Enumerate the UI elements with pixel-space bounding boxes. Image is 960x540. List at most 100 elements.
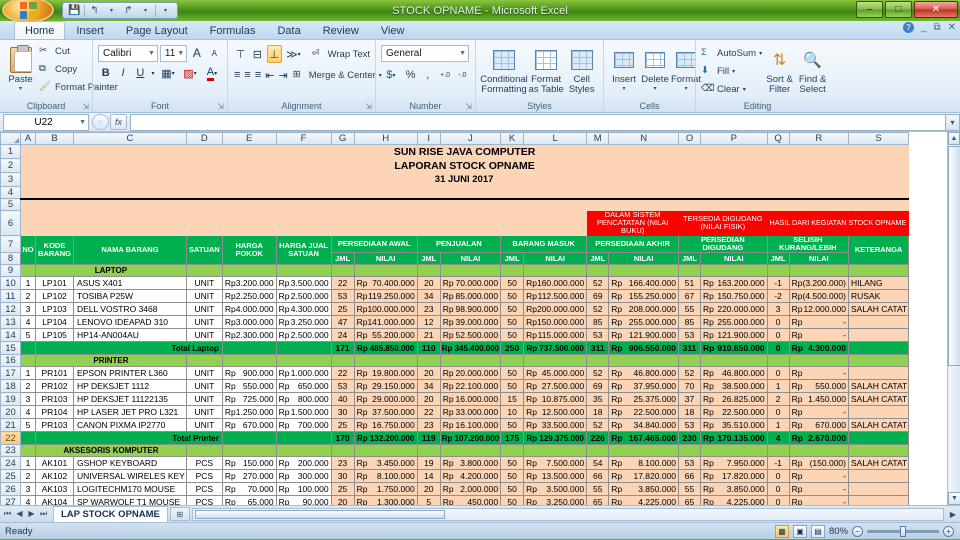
cell-masuk-nilai[interactable]: Rp7.500.000 (524, 457, 587, 470)
column-header-G[interactable]: G (331, 133, 354, 145)
cell-masuk-jml[interactable]: 50 (501, 277, 524, 290)
cell-keterangan[interactable] (848, 406, 908, 419)
cell-harga-jual[interactable]: Rp100.000 (276, 483, 331, 496)
cell-penjualan-nilai[interactable]: Rp20.000.000 (440, 367, 500, 380)
cell-harga-pokok[interactable]: Rp1.250.000 (222, 406, 276, 419)
sheet-tab-lap-stock-opname[interactable]: LAP STOCK OPNAME (53, 506, 168, 522)
font-name-combo[interactable]: Calibri▼ (98, 45, 158, 62)
row-header-15[interactable]: 15 (1, 342, 21, 355)
align-right-button[interactable]: ≡ (254, 66, 262, 84)
section-spacer[interactable] (789, 445, 848, 457)
clipboard-dialog-launcher[interactable]: ⇲ (82, 102, 89, 111)
row-header-12[interactable]: 12 (1, 303, 21, 316)
row-header-11[interactable]: 11 (1, 290, 21, 303)
cell-gudang-jml[interactable]: 53 (679, 419, 701, 432)
increase-decimal-button[interactable]: +.0 (437, 66, 452, 84)
tab-insert[interactable]: Insert (65, 21, 115, 39)
cell-selisih-jml[interactable]: 3 (767, 303, 789, 316)
cell-kode-barang[interactable]: AK104 (36, 496, 74, 506)
ribbon-close-icon[interactable]: ✕ (948, 22, 956, 33)
italic-button[interactable]: I (115, 64, 130, 82)
cell-nama-barang[interactable]: EPSON PRINTER L360 (74, 367, 187, 380)
cell-no[interactable]: 4 (21, 316, 36, 329)
tab-formulas[interactable]: Formulas (199, 21, 267, 39)
cell-satuan[interactable]: UNIT (186, 277, 222, 290)
cell-masuk-nilai[interactable]: Rp12.500.000 (524, 406, 587, 419)
row-header-7[interactable]: 7 (1, 236, 21, 253)
section-spacer[interactable] (789, 355, 848, 367)
cell-penjualan-jml[interactable]: 23 (417, 419, 440, 432)
cell-penjualan-nilai[interactable]: Rp16.100.000 (440, 419, 500, 432)
cell-gudang-nilai[interactable]: Rp3.850.000 (701, 483, 768, 496)
scroll-up-icon[interactable]: ▲ (948, 132, 960, 145)
table-row[interactable]: 204PR104HP LASER JET PRO L321UNITRp1.250… (1, 406, 909, 419)
cell-gudang-nilai[interactable]: Rp46.800.000 (701, 367, 768, 380)
cell-satuan[interactable]: UNIT (186, 406, 222, 419)
total-keterangan[interactable] (848, 342, 908, 355)
format-as-table-button[interactable]: Format as Table (528, 42, 564, 100)
clear-button[interactable]: ⌫ Clear▾ (701, 81, 762, 98)
cell-masuk-nilai[interactable]: Rp150.000.000 (524, 316, 587, 329)
cell-satuan[interactable]: UNIT (186, 419, 222, 432)
cell-no[interactable]: 2 (21, 380, 36, 393)
first-sheet-icon[interactable]: ⏮ (2, 509, 13, 519)
chevron-down-icon[interactable]: ▾ (150, 64, 156, 82)
header-penjualan[interactable]: PENJUALAN (417, 236, 500, 253)
cell-masuk-jml[interactable]: 50 (501, 483, 524, 496)
row-header-6[interactable]: 6 (1, 211, 21, 236)
cell-selisih-jml[interactable]: 0 (767, 367, 789, 380)
cell-penjualan-jml[interactable]: 20 (417, 367, 440, 380)
cell-no[interactable]: 1 (21, 367, 36, 380)
table-row[interactable]: 4 (1, 187, 909, 199)
cell-kode-barang[interactable]: PR103 (36, 419, 74, 432)
cell-selisih-jml[interactable]: 0 (767, 316, 789, 329)
row-header-8[interactable]: 8 (1, 253, 21, 265)
banner-hasil-stock-opname[interactable]: HASIL DARI KEGIATAN STOCK OPNAME (767, 211, 909, 236)
section-spacer[interactable] (331, 445, 354, 457)
cell-penjualan-jml[interactable]: 14 (417, 470, 440, 483)
cell-masuk-jml[interactable]: 50 (501, 290, 524, 303)
cell-masuk-jml[interactable]: 50 (501, 496, 524, 506)
total-spacer[interactable] (21, 432, 36, 445)
cell-awal-jml[interactable]: 30 (331, 406, 354, 419)
increase-indent-button[interactable]: ⇥ (277, 66, 288, 84)
total-akhir-nilai[interactable]: Rp906.550.000 (609, 342, 679, 355)
font-color-button[interactable]: A▾ (202, 64, 222, 82)
cell-penjualan-jml[interactable]: 19 (417, 457, 440, 470)
cell-selisih-nilai[interactable]: Rp- (789, 329, 848, 342)
table-row[interactable]: 145LP105HP14-AN004AUUNITRp2.300.000Rp2.5… (1, 329, 909, 342)
cell-harga-pokok[interactable]: Rp65.000 (222, 496, 276, 506)
cell-awal-nilai[interactable]: Rp55.200.000 (354, 329, 417, 342)
cell-selisih-jml[interactable]: -1 (767, 457, 789, 470)
tab-data[interactable]: Data (266, 21, 311, 39)
spacer-cell[interactable] (21, 199, 909, 211)
header-selisih[interactable]: SELISIH KURANG/LEBIH (767, 236, 848, 253)
cell-gudang-jml[interactable]: 55 (679, 303, 701, 316)
scroll-right-icon[interactable]: ▶ (946, 510, 960, 519)
cell-awal-jml[interactable]: 40 (331, 393, 354, 406)
cell-styles-button[interactable]: Cell Styles (565, 42, 598, 100)
cell-harga-jual[interactable]: Rp2.500.000 (276, 329, 331, 342)
cell-awal-nilai[interactable]: Rp16.750.000 (354, 419, 417, 432)
zoom-out-button[interactable]: − (852, 526, 863, 537)
total-selisih-jml[interactable]: 4 (767, 432, 789, 445)
orientation-button[interactable]: ≫▾ (284, 45, 303, 63)
customize-qat-icon[interactable]: ▾ (158, 4, 173, 18)
row-header-14[interactable]: 14 (1, 329, 21, 342)
chevron-down-icon[interactable]: ▾ (19, 85, 22, 92)
table-row[interactable]: 252AK102UNIVERSAL WIRELES KEYPCSRp270.00… (1, 470, 909, 483)
cell-masuk-nilai[interactable]: Rp3.500.000 (524, 483, 587, 496)
column-header-B[interactable]: B (36, 133, 74, 145)
normal-view-button[interactable]: ▦ (775, 525, 789, 538)
page-layout-view-button[interactable]: ▣ (793, 525, 807, 538)
header-no[interactable]: NO (21, 236, 36, 265)
vertical-scroll-thumb[interactable] (948, 146, 960, 366)
quick-access-toolbar[interactable]: 💾 ↰ ▾ ↱ ▾ ▾ (62, 2, 178, 19)
cell-gudang-nilai[interactable]: Rp4.225.000 (701, 496, 768, 506)
cell-harga-jual[interactable]: Rp200.000 (276, 457, 331, 470)
redo-icon[interactable]: ↱ (121, 4, 136, 18)
cell-gudang-nilai[interactable]: Rp22.500.000 (701, 406, 768, 419)
cell-akhir-nilai[interactable]: Rp208.000.000 (609, 303, 679, 316)
restore-button[interactable]: □ (885, 1, 912, 18)
cell-gudang-jml[interactable]: 67 (679, 290, 701, 303)
